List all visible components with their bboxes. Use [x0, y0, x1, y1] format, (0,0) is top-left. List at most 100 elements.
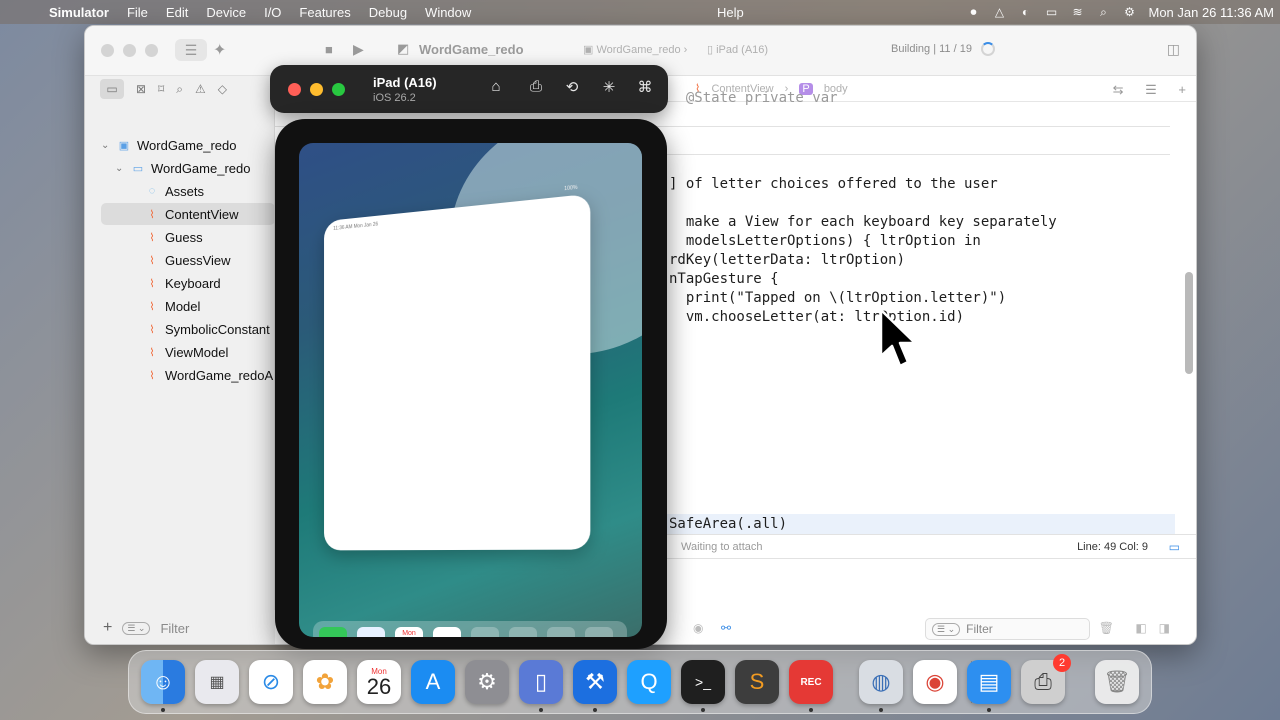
terminal-icon[interactable]: >_ [681, 660, 725, 704]
simulator-minimize-button[interactable] [310, 83, 323, 96]
test-icon[interactable]: ◇ [218, 82, 227, 96]
calendar-icon[interactable]: Mon [395, 627, 423, 637]
spotlight-search-icon[interactable]: ⌕ [1090, 5, 1116, 20]
navigator-item[interactable]: ⌇ SymbolicConstant [101, 318, 275, 340]
navigator-toggle-icon[interactable]: ☰ [175, 39, 207, 61]
menu-debug[interactable]: Debug [360, 5, 416, 20]
menu-window[interactable]: Window [416, 5, 480, 20]
navigator-item[interactable]: ⌇ Guess [101, 226, 275, 248]
ipad-screen[interactable]: 11:36 AM Mon Jan 26 100% Mon [299, 143, 642, 637]
eye-icon[interactable]: ◉ [693, 621, 703, 635]
navigator-item[interactable]: ⌇ ContentView [101, 203, 275, 225]
run-button[interactable]: ▶ [353, 41, 364, 58]
scheme-selector[interactable]: ▣ WordGame_redo › [583, 43, 687, 56]
editor-options-icon[interactable]: ☰ [1145, 82, 1157, 97]
console-filter-placeholder: Filter [966, 622, 993, 636]
menu-file[interactable]: File [118, 5, 157, 20]
photos-icon[interactable]: ✿ [303, 660, 347, 704]
navigator-item[interactable]: ⌇ Keyboard [101, 272, 275, 294]
add-editor-icon[interactable]: + [1178, 82, 1186, 97]
navigator-item[interactable]: ⌄ ▭ WordGame_redo [101, 157, 275, 179]
navigator-item[interactable]: ⌄ ▣ WordGame_redo [101, 134, 275, 156]
related-items-icon[interactable]: ⇆ [1113, 82, 1124, 97]
vpn-icon[interactable]: △ [986, 5, 1012, 19]
navigator-item[interactable]: ⌇ ViewModel [101, 341, 275, 363]
screenshot-icon[interactable]: ⎙ [524, 78, 548, 100]
console-filter-input[interactable]: ☰ ⌄ Filter [925, 618, 1090, 640]
menu-clock[interactable]: Mon Jan 26 11:36 AM [1142, 5, 1280, 20]
quicktime-icon[interactable]: Q [627, 660, 671, 704]
printer-icon[interactable]: ⎙ 2 [1021, 654, 1071, 704]
screen-recorder-icon[interactable]: REC [789, 660, 833, 704]
navigator-item[interactable]: ⌇ WordGame_redoA [101, 364, 275, 386]
source-control-icon[interactable]: ⊠ [136, 82, 146, 96]
menu-edit[interactable]: Edit [157, 5, 197, 20]
menu-help[interactable]: Help [708, 5, 753, 20]
chevron-down-icon[interactable]: ⌄ [101, 140, 115, 151]
bookmark-icon[interactable]: ⌑ [158, 82, 164, 96]
simulator-close-button[interactable] [288, 83, 301, 96]
control-center-icon[interactable]: ⚙ [1116, 5, 1142, 19]
menu-app-name[interactable]: Simulator [40, 5, 118, 20]
trash-icon[interactable]: 🗑 [1099, 621, 1114, 635]
console-filter-options-icon[interactable]: ☰ ⌄ [932, 622, 961, 636]
command-icon[interactable]: ⌘ [633, 78, 657, 100]
finder-icon[interactable]: ☺ [141, 660, 185, 704]
home-icon[interactable]: ⌂ [484, 78, 508, 100]
disk-utility-icon[interactable]: ◍ [859, 660, 903, 704]
shake-icon[interactable]: ✳ [597, 78, 621, 100]
navigator-filter-input[interactable]: Filter [160, 621, 189, 636]
files-icon[interactable]: ▤ [967, 660, 1011, 704]
editor-scrollbar[interactable] [1185, 272, 1193, 374]
messages-icon[interactable] [319, 627, 347, 637]
app-library-icon[interactable] [585, 627, 613, 637]
navigator-item-label: Keyboard [165, 275, 221, 291]
app-store-icon[interactable]: A [411, 660, 455, 704]
rotate-icon[interactable]: ⟲ [560, 78, 584, 100]
menu-io[interactable]: I/O [255, 5, 290, 20]
zoom-window-button[interactable] [145, 44, 158, 57]
warning-icon[interactable]: ⚠ [195, 82, 206, 96]
xcode-icon[interactable]: ⚒ [573, 660, 617, 704]
simulator-icon[interactable]: ▯ [519, 660, 563, 704]
menu-device[interactable]: Device [197, 5, 255, 20]
record-icon[interactable]: ⏺ [960, 5, 986, 20]
inspector-toggle-icon[interactable]: ◫ [1167, 41, 1180, 58]
simulator-zoom-button[interactable] [332, 83, 345, 96]
navigator-item-label: Guess [165, 229, 203, 245]
sublime-text-icon[interactable]: S [735, 660, 779, 704]
chrome-icon[interactable]: ◉ [913, 660, 957, 704]
app-slot-icon[interactable] [547, 627, 575, 637]
launchpad-icon[interactable]: ▦ [195, 660, 239, 704]
quick-action-icon[interactable]: ◐ [1012, 5, 1038, 19]
app-slot-icon[interactable] [509, 627, 537, 637]
chevron-down-icon[interactable]: ⌄ [115, 163, 129, 174]
find-icon[interactable]: ⌕ [176, 82, 183, 97]
menu-features[interactable]: Features [290, 5, 359, 20]
console-toggle-icon[interactable]: ▭ [1169, 540, 1180, 554]
safari-icon[interactable] [357, 627, 385, 637]
battery-icon[interactable]: ▭ [1038, 5, 1064, 19]
calendar-icon[interactable]: Mon 26 [357, 660, 401, 704]
filter-options-icon[interactable]: ☰ ⌄ [122, 621, 151, 635]
folder-icon[interactable]: ▭ [100, 79, 124, 99]
ipad-device-frame: 11:36 AM Mon Jan 26 100% Mon [275, 119, 667, 649]
app-slot-icon[interactable] [471, 627, 499, 637]
minimize-window-button[interactable] [123, 44, 136, 57]
trash-icon[interactable]: 🗑 [1095, 660, 1139, 704]
sparkle-icon[interactable]: ✦ [213, 40, 226, 60]
add-file-icon[interactable]: + [103, 619, 112, 637]
safari-icon[interactable]: ⊘ [249, 660, 293, 704]
navigator-item[interactable]: ⌇ GuessView [101, 249, 275, 271]
stop-button[interactable]: ■ [325, 42, 333, 57]
variables-icon[interactable]: ⚯ [721, 621, 731, 635]
pane-toggle-icon[interactable]: ◧◨ [1135, 621, 1182, 635]
wifi-icon[interactable]: ≋ [1064, 5, 1090, 19]
close-window-button[interactable] [101, 44, 114, 57]
navigator-item[interactable]: ◌ Assets [101, 180, 275, 202]
system-settings-icon[interactable]: ⚙ [465, 660, 509, 704]
navigator-item[interactable]: ⌇ Model [101, 295, 275, 317]
app-launch-card[interactable]: 11:36 AM Mon Jan 26 100% [324, 185, 591, 551]
photos-icon[interactable] [433, 627, 461, 637]
run-destination-selector[interactable]: ▯ iPad (A16) [707, 43, 768, 56]
